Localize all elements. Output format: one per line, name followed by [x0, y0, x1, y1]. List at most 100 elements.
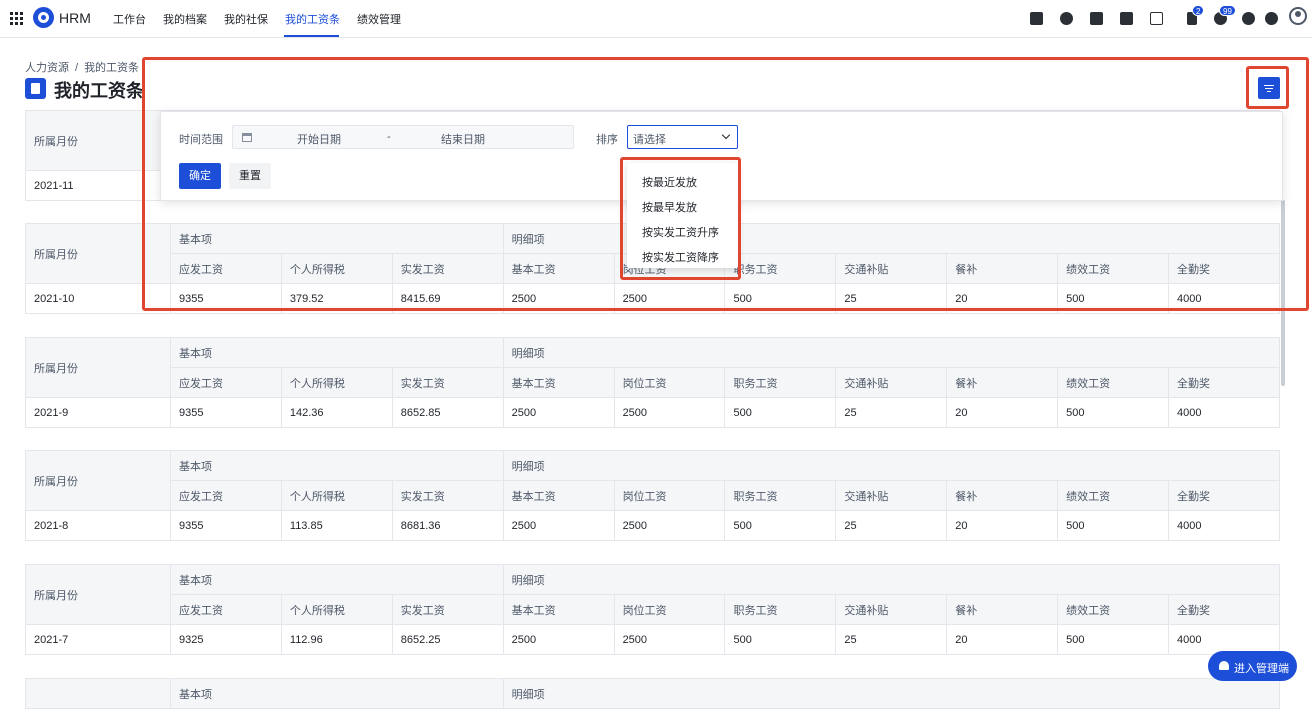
value-cell: 500	[724, 624, 837, 655]
breadcrumb-hr[interactable]: 人力资源	[25, 62, 69, 74]
col-header: 基本工资	[502, 480, 615, 511]
phone-icon[interactable]	[1120, 12, 1133, 25]
enter-admin-label: 进入管理端	[1234, 663, 1289, 675]
col-header: 应发工资	[170, 367, 282, 398]
value-cell: 9325	[170, 624, 282, 655]
col-header: 全勤奖	[1168, 480, 1280, 511]
col-header: 岗位工资	[613, 594, 726, 625]
value-cell: 4000	[1168, 510, 1280, 541]
col-header: 基本工资	[502, 594, 615, 625]
active-nav-indicator	[284, 35, 339, 37]
col-header: 基本工资	[502, 367, 615, 398]
col-header: 职务工资	[724, 480, 837, 511]
value-cell: 4000	[1168, 397, 1280, 428]
value-cell: 2500	[502, 624, 615, 655]
users-icon	[1219, 661, 1229, 670]
highlight-box-sort-options	[620, 157, 741, 280]
value-cell: 20	[946, 397, 1059, 428]
help-icon[interactable]	[1242, 12, 1255, 25]
group-basic-header: 基本项	[170, 678, 504, 709]
month-cell: 2021-7	[25, 624, 171, 655]
col-header: 交通补贴	[835, 480, 948, 511]
value-cell: 2500	[613, 397, 726, 428]
col-header: 职务工资	[724, 594, 837, 625]
value-cell: 112.96	[280, 624, 393, 655]
user-avatar[interactable]	[1289, 7, 1307, 25]
enter-admin-button[interactable]: 进入管理端	[1208, 651, 1297, 681]
notification-count-badge: 99	[1219, 5, 1236, 16]
group-detail-header: 明细项	[502, 678, 1281, 709]
table-row: 2021-8 9355 113.85 8681.36 2500 2500 500…	[25, 510, 1280, 541]
col-header: 绩效工资	[1057, 594, 1170, 625]
value-cell: 8681.36	[391, 510, 504, 541]
value-cell: 9355	[170, 510, 282, 541]
nav-item-performance[interactable]: 绩效管理	[357, 11, 401, 27]
breadcrumb-current: 我的工资条	[84, 62, 140, 74]
task-check-icon[interactable]	[1030, 12, 1043, 25]
group-basic-header: 基本项	[170, 450, 504, 481]
gear-icon[interactable]	[1265, 12, 1278, 25]
nav-item-workbench[interactable]: 工作台	[113, 11, 146, 27]
value-cell: 2500	[613, 510, 726, 541]
group-detail-header: 明细项	[502, 337, 1281, 368]
month-cell: 2021-9	[25, 397, 171, 428]
payslip-table-partial: 基本项 明细项	[25, 678, 1281, 709]
nav-item-my-social-security[interactable]: 我的社保	[224, 11, 268, 27]
col-header: 餐补	[946, 594, 1059, 625]
month-header: 所属月份	[25, 450, 171, 511]
col-header: 应发工资	[170, 480, 282, 511]
group-detail-header: 明细项	[502, 564, 1281, 595]
value-cell: 500	[724, 397, 837, 428]
value-cell: 25	[835, 397, 948, 428]
col-header: 交通补贴	[835, 367, 948, 398]
col-header: 个人所得税	[280, 367, 393, 398]
brand-name: HRM	[59, 10, 91, 26]
value-cell: 25	[835, 510, 948, 541]
col-header: 个人所得税	[280, 594, 393, 625]
col-header: 餐补	[946, 367, 1059, 398]
value-cell: 500	[1057, 397, 1170, 428]
col-header: 应发工资	[170, 594, 282, 625]
contacts-icon[interactable]	[1060, 12, 1073, 25]
value-cell: 8652.85	[391, 397, 504, 428]
page-title: 我的工资条	[54, 81, 144, 101]
month-header: 所属月份	[25, 337, 171, 398]
app-grid-icon[interactable]	[10, 12, 23, 25]
col-header: 岗位工资	[613, 480, 726, 511]
highlight-box-filter-button	[1246, 66, 1289, 109]
value-cell: 8652.25	[391, 624, 504, 655]
payslip-table-2021-8: 所属月份 基本项 明细项 应发工资 个人所得税 实发工资 基本工资 岗位工资 职…	[25, 450, 1281, 541]
value-cell: 25	[835, 624, 948, 655]
payslip-table-2021-9: 所属月份 基本项 明细项 应发工资 个人所得税 实发工资 基本工资 岗位工资 职…	[25, 337, 1281, 428]
breadcrumb-separator: /	[75, 62, 79, 74]
nav-item-my-payslip[interactable]: 我的工资条	[285, 11, 340, 27]
value-cell: 20	[946, 624, 1059, 655]
col-header: 绩效工资	[1057, 480, 1170, 511]
document-icon[interactable]	[1090, 12, 1103, 25]
value-cell: 500	[1057, 624, 1170, 655]
col-header: 职务工资	[724, 367, 837, 398]
col-header: 交通补贴	[835, 594, 948, 625]
month-header: 所属月份	[25, 564, 171, 625]
col-header: 个人所得税	[280, 480, 393, 511]
nav-item-my-profile[interactable]: 我的档案	[163, 11, 207, 27]
month-cell: 2021-8	[25, 510, 171, 541]
value-cell: 500	[724, 510, 837, 541]
value-cell: 2500	[502, 510, 615, 541]
table-row: 2021-9 9355 142.36 8652.85 2500 2500 500…	[25, 397, 1280, 428]
value-cell: 500	[1057, 510, 1170, 541]
value-cell: 4000	[1168, 624, 1280, 655]
value-cell: 2500	[613, 624, 726, 655]
value-cell: 20	[946, 510, 1059, 541]
col-header: 全勤奖	[1168, 367, 1280, 398]
col-header: 餐补	[946, 480, 1059, 511]
flag-count-badge: 2	[1192, 5, 1205, 16]
group-basic-header: 基本项	[170, 564, 504, 595]
payslip-table-2021-7: 所属月份 基本项 明细项 应发工资 个人所得税 实发工资 基本工资 岗位工资 职…	[25, 564, 1281, 655]
table-row: 2021-7 9325 112.96 8652.25 2500 2500 500…	[25, 624, 1280, 655]
col-header: 实发工资	[391, 480, 504, 511]
group-basic-header: 基本项	[170, 337, 504, 368]
calendar-icon[interactable]	[1150, 12, 1163, 25]
top-navbar: HRM 工作台 我的档案 我的社保 我的工资条 绩效管理 2 99	[0, 0, 1312, 38]
value-cell: 2500	[502, 397, 615, 428]
